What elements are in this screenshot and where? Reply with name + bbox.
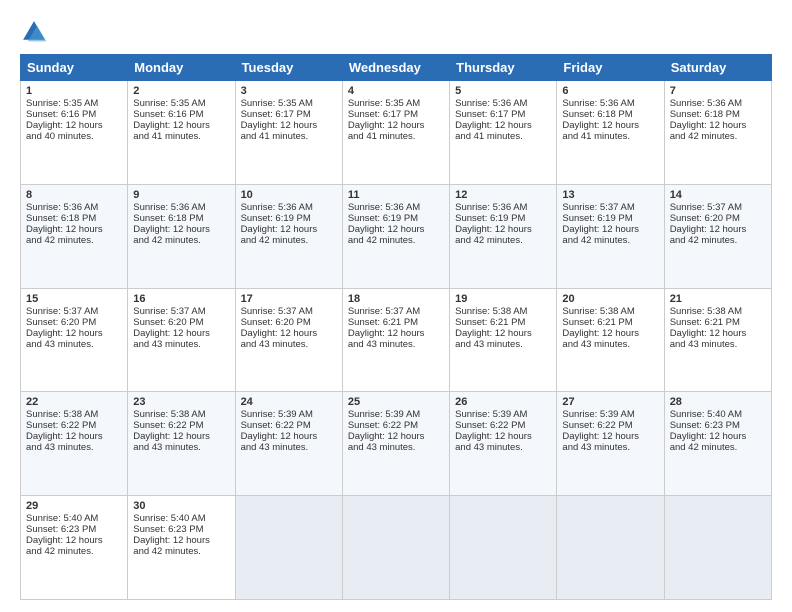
table-row: 6Sunrise: 5:36 AMSunset: 6:18 PMDaylight… — [557, 81, 664, 185]
day-number: 11 — [348, 189, 444, 201]
day-number: 10 — [241, 189, 337, 201]
table-row: 26Sunrise: 5:39 AMSunset: 6:22 PMDayligh… — [450, 392, 557, 496]
table-row: 11Sunrise: 5:36 AMSunset: 6:19 PMDayligh… — [342, 184, 449, 288]
col-wednesday: Wednesday — [342, 55, 449, 81]
day-number: 19 — [455, 293, 551, 305]
table-row: 18Sunrise: 5:37 AMSunset: 6:21 PMDayligh… — [342, 288, 449, 392]
day-number: 15 — [26, 293, 122, 305]
table-row: 23Sunrise: 5:38 AMSunset: 6:22 PMDayligh… — [128, 392, 235, 496]
day-number: 12 — [455, 189, 551, 201]
calendar-row: 1Sunrise: 5:35 AMSunset: 6:16 PMDaylight… — [21, 81, 772, 185]
day-number: 4 — [348, 85, 444, 97]
table-row: 16Sunrise: 5:37 AMSunset: 6:20 PMDayligh… — [128, 288, 235, 392]
logo — [20, 18, 52, 46]
table-row: 22Sunrise: 5:38 AMSunset: 6:22 PMDayligh… — [21, 392, 128, 496]
calendar-table: Sunday Monday Tuesday Wednesday Thursday… — [20, 54, 772, 600]
day-number: 5 — [455, 85, 551, 97]
table-row: 5Sunrise: 5:36 AMSunset: 6:17 PMDaylight… — [450, 81, 557, 185]
day-number: 28 — [670, 396, 766, 408]
day-number: 3 — [241, 85, 337, 97]
table-row: 8Sunrise: 5:36 AMSunset: 6:18 PMDaylight… — [21, 184, 128, 288]
table-row: 27Sunrise: 5:39 AMSunset: 6:22 PMDayligh… — [557, 392, 664, 496]
day-number: 2 — [133, 85, 229, 97]
day-number: 6 — [562, 85, 658, 97]
day-number: 20 — [562, 293, 658, 305]
day-number: 24 — [241, 396, 337, 408]
col-sunday: Sunday — [21, 55, 128, 81]
logo-icon — [20, 18, 48, 46]
col-friday: Friday — [557, 55, 664, 81]
day-number: 27 — [562, 396, 658, 408]
header — [20, 18, 772, 46]
day-number: 8 — [26, 189, 122, 201]
table-row: 30Sunrise: 5:40 AMSunset: 6:23 PMDayligh… — [128, 496, 235, 600]
table-row: 7Sunrise: 5:36 AMSunset: 6:18 PMDaylight… — [664, 81, 771, 185]
table-row: 17Sunrise: 5:37 AMSunset: 6:20 PMDayligh… — [235, 288, 342, 392]
table-row: 12Sunrise: 5:36 AMSunset: 6:19 PMDayligh… — [450, 184, 557, 288]
table-row: 28Sunrise: 5:40 AMSunset: 6:23 PMDayligh… — [664, 392, 771, 496]
day-number: 16 — [133, 293, 229, 305]
day-number: 17 — [241, 293, 337, 305]
table-row: 2Sunrise: 5:35 AMSunset: 6:16 PMDaylight… — [128, 81, 235, 185]
col-tuesday: Tuesday — [235, 55, 342, 81]
table-row — [342, 496, 449, 600]
table-row: 15Sunrise: 5:37 AMSunset: 6:20 PMDayligh… — [21, 288, 128, 392]
table-row: 14Sunrise: 5:37 AMSunset: 6:20 PMDayligh… — [664, 184, 771, 288]
table-row: 3Sunrise: 5:35 AMSunset: 6:17 PMDaylight… — [235, 81, 342, 185]
day-number: 21 — [670, 293, 766, 305]
page: Sunday Monday Tuesday Wednesday Thursday… — [0, 0, 792, 612]
table-row: 20Sunrise: 5:38 AMSunset: 6:21 PMDayligh… — [557, 288, 664, 392]
table-row: 4Sunrise: 5:35 AMSunset: 6:17 PMDaylight… — [342, 81, 449, 185]
day-number: 18 — [348, 293, 444, 305]
col-monday: Monday — [128, 55, 235, 81]
table-row — [664, 496, 771, 600]
table-row: 24Sunrise: 5:39 AMSunset: 6:22 PMDayligh… — [235, 392, 342, 496]
table-row — [235, 496, 342, 600]
day-number: 29 — [26, 500, 122, 512]
day-number: 7 — [670, 85, 766, 97]
header-row: Sunday Monday Tuesday Wednesday Thursday… — [21, 55, 772, 81]
table-row: 9Sunrise: 5:36 AMSunset: 6:18 PMDaylight… — [128, 184, 235, 288]
table-row: 1Sunrise: 5:35 AMSunset: 6:16 PMDaylight… — [21, 81, 128, 185]
table-row: 29Sunrise: 5:40 AMSunset: 6:23 PMDayligh… — [21, 496, 128, 600]
day-number: 9 — [133, 189, 229, 201]
day-number: 14 — [670, 189, 766, 201]
calendar-row: 15Sunrise: 5:37 AMSunset: 6:20 PMDayligh… — [21, 288, 772, 392]
day-number: 26 — [455, 396, 551, 408]
table-row: 21Sunrise: 5:38 AMSunset: 6:21 PMDayligh… — [664, 288, 771, 392]
day-number: 13 — [562, 189, 658, 201]
calendar-row: 22Sunrise: 5:38 AMSunset: 6:22 PMDayligh… — [21, 392, 772, 496]
table-row — [557, 496, 664, 600]
table-row: 25Sunrise: 5:39 AMSunset: 6:22 PMDayligh… — [342, 392, 449, 496]
day-number: 23 — [133, 396, 229, 408]
col-thursday: Thursday — [450, 55, 557, 81]
calendar-row: 8Sunrise: 5:36 AMSunset: 6:18 PMDaylight… — [21, 184, 772, 288]
table-row: 19Sunrise: 5:38 AMSunset: 6:21 PMDayligh… — [450, 288, 557, 392]
table-row — [450, 496, 557, 600]
day-number: 30 — [133, 500, 229, 512]
day-number: 22 — [26, 396, 122, 408]
col-saturday: Saturday — [664, 55, 771, 81]
calendar-row: 29Sunrise: 5:40 AMSunset: 6:23 PMDayligh… — [21, 496, 772, 600]
table-row: 10Sunrise: 5:36 AMSunset: 6:19 PMDayligh… — [235, 184, 342, 288]
table-row: 13Sunrise: 5:37 AMSunset: 6:19 PMDayligh… — [557, 184, 664, 288]
day-number: 25 — [348, 396, 444, 408]
day-number: 1 — [26, 85, 122, 97]
